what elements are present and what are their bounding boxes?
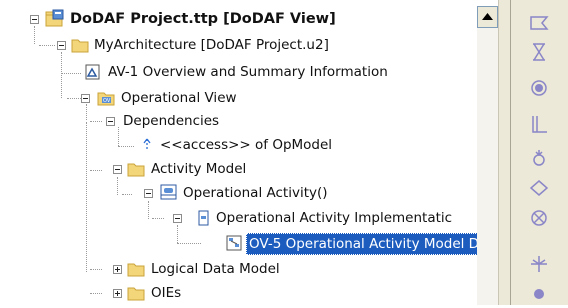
- project-icon: [45, 9, 65, 28]
- tree-item-label: <<access>> of OpModel: [160, 137, 333, 153]
- tree-item-label: Operational Activity(): [183, 185, 328, 201]
- tree-item-label: Activity Model: [151, 161, 247, 177]
- swimlane-tool-icon[interactable]: [527, 114, 551, 134]
- expand-toggle[interactable]: [113, 289, 122, 298]
- flow-final-tool-icon[interactable]: [527, 208, 551, 228]
- collapse-toggle[interactable]: [57, 41, 66, 50]
- folder-icon: [127, 261, 145, 277]
- view-package-icon: OV: [97, 90, 115, 106]
- tree-item-root-project[interactable]: DoDAF Project.ttp [DoDAF View]: [0, 8, 470, 30]
- tree-item-label: AV-1 Overview and Summary Information: [108, 64, 388, 80]
- arrow-up-icon: [482, 13, 493, 20]
- svg-text:OV: OV: [103, 98, 111, 104]
- tree-item-label: DoDAF Project.ttp [DoDAF View]: [70, 11, 336, 27]
- tree-item-access-dependency[interactable]: <<access>> of OpModel: [0, 134, 470, 156]
- tree-item-my-architecture[interactable]: MyArchitecture [DoDAF Project.u2]: [0, 34, 470, 56]
- tree-item-oies[interactable]: OIEs: [0, 282, 470, 304]
- fork-tool-icon[interactable]: [527, 254, 551, 274]
- model-tree-panel[interactable]: DoDAF Project.ttp [DoDAF View] MyArchite…: [0, 0, 530, 305]
- tree-item-operational-activity[interactable]: Operational Activity(): [0, 182, 470, 204]
- tree-item-activity-model[interactable]: Activity Model: [0, 158, 470, 180]
- initial-node-tool-icon[interactable]: [527, 284, 551, 304]
- collapse-toggle[interactable]: [81, 94, 90, 103]
- tree-item-label: Logical Data Model: [151, 261, 280, 277]
- decision-tool-icon[interactable]: [527, 178, 551, 198]
- flag-tool-icon[interactable]: [527, 14, 551, 34]
- implementation-icon: [195, 210, 213, 226]
- final-node-tool-icon[interactable]: [527, 78, 551, 98]
- scroll-up-button[interactable]: [477, 6, 498, 28]
- tool-palette: [510, 0, 568, 305]
- tree-item-label: Operational Activity Implementatic: [216, 210, 453, 226]
- folder-icon: [71, 37, 89, 53]
- signal-tool-icon[interactable]: [527, 148, 551, 168]
- activity-icon: [159, 183, 179, 202]
- tree-item-av1[interactable]: AV-1 Overview and Summary Information: [0, 61, 470, 83]
- summary-document-icon: [84, 64, 102, 80]
- collapse-toggle[interactable]: [113, 165, 122, 174]
- tree-item-label: Dependencies: [123, 113, 220, 129]
- folder-icon: [127, 161, 145, 177]
- tree-item-label: MyArchitecture [DoDAF Project.u2]: [94, 37, 329, 53]
- diagram-icon: [225, 235, 243, 251]
- collapse-toggle[interactable]: [144, 189, 153, 198]
- expand-toggle[interactable]: [113, 265, 122, 274]
- folder-icon: [127, 285, 145, 301]
- collapse-toggle[interactable]: [106, 117, 115, 126]
- collapse-toggle[interactable]: [30, 15, 39, 24]
- hourglass-tool-icon[interactable]: [527, 42, 551, 62]
- tree-item-label: Operational View: [121, 90, 237, 106]
- tree-item-dependencies[interactable]: Dependencies: [0, 110, 470, 132]
- tree-item-logical-data-model[interactable]: Logical Data Model: [0, 258, 470, 280]
- panel-splitter[interactable]: [498, 0, 510, 305]
- access-dependency-icon: [139, 137, 157, 153]
- vertical-scrollbar-track[interactable]: [477, 28, 498, 305]
- tree-item-operational-view[interactable]: OV Operational View: [0, 87, 470, 109]
- tree-item-label: OIEs: [151, 285, 182, 301]
- collapse-toggle[interactable]: [173, 214, 182, 223]
- tree-item-activity-implementation[interactable]: Operational Activity Implementatic: [0, 207, 470, 229]
